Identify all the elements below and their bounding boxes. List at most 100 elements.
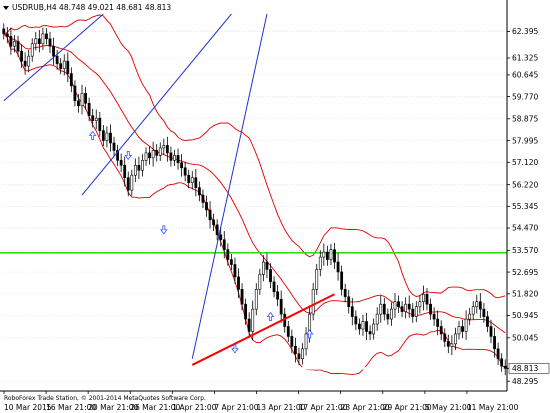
candle-body [222,239,226,250]
candle-body [482,308,486,317]
candle-body [37,38,41,45]
y-tick-label: 59.770 [512,92,538,101]
candle-body [414,306,418,317]
candle-body [500,358,504,367]
candle-body [55,55,59,64]
candle-body [105,132,109,141]
candle-body [2,28,6,35]
candle-body [194,177,198,188]
candle-body [190,177,194,183]
candle-body [386,313,390,320]
x-tick-label: 10 Mar 2015 [4,403,52,412]
candle-body [411,308,415,317]
candle-body [354,316,358,325]
candle-body [425,293,429,305]
candle-body [454,333,457,345]
candle-body [429,303,432,315]
trendline-blue-1[interactable] [81,13,232,196]
candle-body [422,293,425,303]
candle-body [84,93,87,104]
trendline-red-3[interactable] [191,293,335,366]
copyright-text: RoboForex Trade Station, © 2001-2014 Met… [4,395,206,402]
candle-body [219,234,223,241]
candle-body [254,289,258,310]
axes [0,0,510,394]
y-tick-label: 51.820 [512,289,538,298]
candle-body [130,174,134,191]
candle-body [126,177,130,191]
y-tick-label: 61.325 [512,54,538,63]
candle-body [293,346,297,355]
candle-body [5,33,9,37]
candle-body [503,365,507,369]
chart-window[interactable]: 62.395 61.325 60.645 59.770 58.875 57.995 57.1… [0,0,550,413]
candle-body [151,150,155,159]
y-tick-label: 48.295 [512,377,538,386]
candle-body [379,303,383,315]
candle-body [461,326,464,332]
candle-body [148,152,151,159]
candle-body [27,55,31,67]
candle-body [261,261,265,275]
candle-body [290,336,294,347]
candle-body [162,145,166,149]
y-tick-label: 57.995 [512,136,538,145]
candle-body [478,301,482,310]
chart-svg[interactable]: 62.395 61.325 60.645 59.770 58.875 57.995 57.1… [0,0,550,413]
y-tick-label: 55.345 [512,202,538,211]
candle-body [333,249,336,263]
candle-body [329,249,333,260]
candle-body [226,249,230,260]
candles [2,23,507,376]
dropdown-arrow-icon[interactable] [3,6,9,10]
candle-body [272,281,276,293]
candle-body [123,164,127,178]
y-tick-label: 62.395 [512,27,538,36]
candle-body [87,102,91,116]
candle-body [446,341,450,347]
candle-body [258,274,262,290]
y-tick-label: 50.045 [512,333,538,342]
candle-body [436,318,440,327]
candle-body [443,333,447,342]
candle-body [233,264,237,278]
candle-body [16,40,20,52]
candle-body [340,271,344,290]
candle-body [133,164,137,176]
axis-labels: 62.395 61.325 60.645 59.770 58.875 57.995 57.1… [4,27,550,412]
candle-body [322,251,326,258]
candle-body [393,301,397,310]
candle-body [358,323,361,330]
y-tick-label: 57.120 [512,158,538,167]
candle-body [212,219,216,226]
candle-body [215,224,219,236]
candle-body [240,289,244,305]
candle-body [251,308,255,332]
candle-body [98,117,102,131]
candle-body [201,194,205,203]
y-tick-label: 48.813 [512,364,538,373]
candle-body [489,326,493,337]
candle-body [450,343,454,347]
candle-body [468,313,472,320]
arrow-up-icon [88,130,97,140]
arrow-up-icon [305,329,314,339]
grid [2,31,507,382]
bollinger-lower [3,33,506,375]
candle-body [73,85,77,102]
candle-body [375,313,379,325]
candle-body [158,147,162,156]
candle-body [205,202,208,211]
candle-body [80,93,84,107]
y-tick-label: 58.875 [512,114,538,123]
candle-body [141,160,144,171]
candle-body [439,326,443,335]
candle-body [173,155,176,161]
candle-body [397,301,400,307]
candle-body [496,348,500,360]
candle-body [59,63,63,69]
candle-body [197,187,201,196]
candle-body [30,43,34,57]
candle-body [418,301,422,307]
candle-body [165,145,169,154]
